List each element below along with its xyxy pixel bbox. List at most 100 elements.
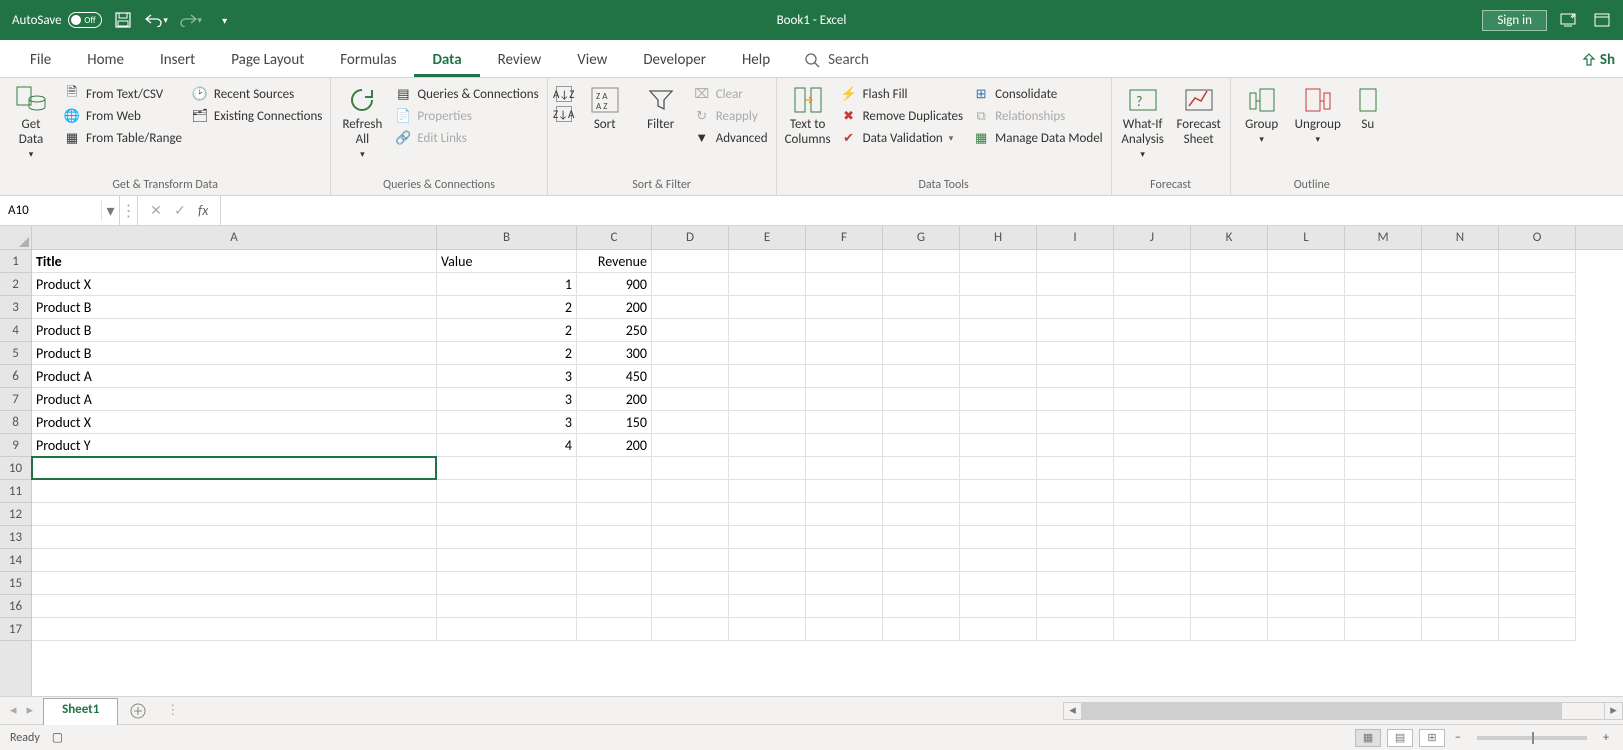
cell[interactable] — [1422, 618, 1499, 641]
cell[interactable] — [1422, 388, 1499, 411]
cell[interactable] — [32, 526, 437, 549]
row-header[interactable]: 14 — [0, 549, 31, 572]
column-header[interactable]: H — [960, 226, 1037, 249]
cell[interactable] — [577, 526, 652, 549]
tab-file[interactable]: File — [12, 43, 69, 77]
cell[interactable] — [729, 319, 806, 342]
row-headers[interactable]: 1234567891011121314151617 — [0, 250, 32, 696]
cell[interactable] — [652, 273, 729, 296]
cell[interactable] — [577, 549, 652, 572]
cell[interactable] — [1114, 503, 1191, 526]
cell[interactable] — [1422, 526, 1499, 549]
row-header[interactable]: 10 — [0, 457, 31, 480]
sort-button[interactable]: Z AA Z Sort — [582, 82, 628, 133]
macro-record-icon[interactable]: ▢ — [52, 730, 63, 745]
cells-area[interactable]: TitleValueRevenueProduct X1900Product B2… — [32, 250, 1623, 696]
cell[interactable] — [960, 457, 1037, 480]
cell[interactable] — [1345, 342, 1422, 365]
cell[interactable]: 4 — [437, 434, 577, 457]
what-if-analysis-button[interactable]: ? What-If Analysis▾ — [1120, 82, 1166, 160]
cell[interactable] — [652, 411, 729, 434]
cell[interactable] — [960, 411, 1037, 434]
cell[interactable] — [1345, 365, 1422, 388]
cell[interactable] — [1114, 618, 1191, 641]
cell[interactable] — [1499, 480, 1576, 503]
row-header[interactable]: 8 — [0, 411, 31, 434]
zoom-out-button[interactable]: − — [1451, 731, 1465, 745]
cell[interactable] — [1499, 572, 1576, 595]
cell[interactable] — [1037, 480, 1114, 503]
queries-connections-button[interactable]: ▤Queries & Connections — [395, 86, 538, 102]
cell[interactable] — [1191, 434, 1268, 457]
cell[interactable] — [1499, 342, 1576, 365]
cell[interactable]: 900 — [577, 273, 652, 296]
cell[interactable] — [883, 273, 960, 296]
cell[interactable]: Product A — [32, 365, 437, 388]
cell[interactable] — [729, 250, 806, 273]
cell[interactable] — [806, 618, 883, 641]
consolidate-button[interactable]: ⊞Consolidate — [973, 86, 1103, 102]
cell[interactable] — [1268, 250, 1345, 273]
cell[interactable] — [1191, 595, 1268, 618]
cell[interactable] — [1114, 526, 1191, 549]
sort-az-button[interactable]: A↓Z — [556, 86, 572, 102]
cell[interactable] — [806, 595, 883, 618]
ungroup-button[interactable]: Ungroup▾ — [1295, 82, 1341, 145]
group-button[interactable]: Group▾ — [1239, 82, 1285, 145]
scroll-thumb[interactable] — [1082, 703, 1562, 719]
cell[interactable] — [883, 365, 960, 388]
cell[interactable] — [1037, 365, 1114, 388]
cell[interactable] — [960, 296, 1037, 319]
refresh-all-button[interactable]: Refresh All▾ — [339, 82, 385, 160]
cell[interactable]: Product X — [32, 411, 437, 434]
tab-formulas[interactable]: Formulas — [322, 43, 414, 77]
cell[interactable] — [883, 572, 960, 595]
cell[interactable] — [1268, 319, 1345, 342]
cell[interactable] — [806, 273, 883, 296]
cell[interactable] — [1037, 319, 1114, 342]
cell[interactable] — [1345, 319, 1422, 342]
cell[interactable] — [1268, 273, 1345, 296]
cell[interactable] — [960, 273, 1037, 296]
cell[interactable] — [1191, 526, 1268, 549]
row-header[interactable]: 1 — [0, 250, 31, 273]
cell[interactable]: 300 — [577, 342, 652, 365]
select-all-corner[interactable] — [0, 226, 32, 250]
cell[interactable] — [960, 365, 1037, 388]
page-break-view-icon[interactable]: ⊞ — [1419, 729, 1445, 747]
cell[interactable] — [1345, 480, 1422, 503]
cell[interactable] — [1268, 342, 1345, 365]
cell[interactable]: Title — [32, 250, 437, 273]
cell[interactable]: 250 — [577, 319, 652, 342]
cell[interactable]: 3 — [437, 365, 577, 388]
cell[interactable] — [652, 572, 729, 595]
cell[interactable] — [1499, 434, 1576, 457]
row-header[interactable]: 13 — [0, 526, 31, 549]
cell[interactable] — [1191, 319, 1268, 342]
undo-icon[interactable]: ▾ — [144, 7, 170, 33]
cell[interactable] — [883, 457, 960, 480]
tab-home[interactable]: Home — [69, 43, 142, 77]
cell[interactable] — [1345, 411, 1422, 434]
cell[interactable] — [729, 296, 806, 319]
cell[interactable] — [32, 480, 437, 503]
cell[interactable] — [652, 618, 729, 641]
new-sheet-button[interactable] — [118, 697, 158, 724]
name-box-dropdown-icon[interactable]: ▾ — [101, 201, 119, 221]
cell[interactable] — [1422, 595, 1499, 618]
cell[interactable] — [1345, 595, 1422, 618]
column-header[interactable]: F — [806, 226, 883, 249]
cell[interactable] — [1422, 342, 1499, 365]
cell[interactable] — [1499, 526, 1576, 549]
cell[interactable] — [1499, 618, 1576, 641]
cell[interactable] — [437, 480, 577, 503]
cell[interactable] — [1345, 526, 1422, 549]
cell[interactable] — [1345, 618, 1422, 641]
cell[interactable] — [1191, 457, 1268, 480]
cell[interactable] — [883, 503, 960, 526]
cell[interactable]: 450 — [577, 365, 652, 388]
cell[interactable] — [883, 434, 960, 457]
cell[interactable] — [1114, 296, 1191, 319]
cell[interactable] — [1499, 503, 1576, 526]
cell[interactable]: 1 — [437, 273, 577, 296]
